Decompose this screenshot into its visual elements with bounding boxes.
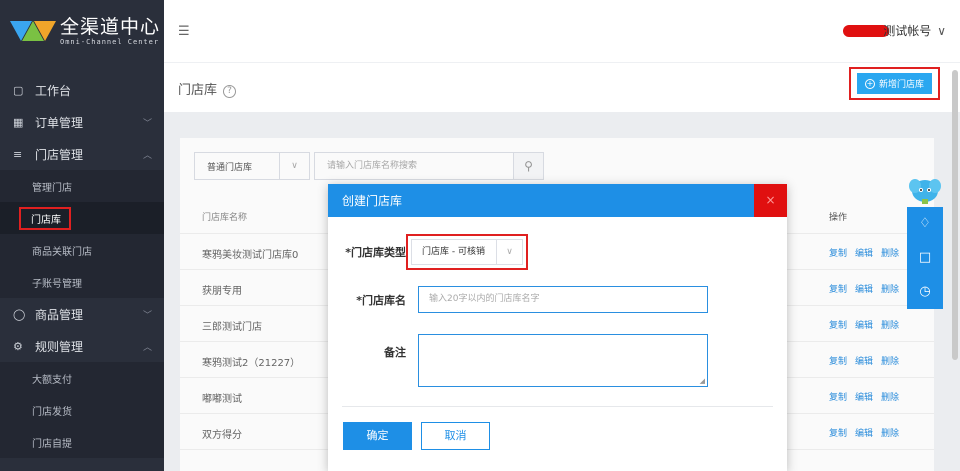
sidebar-item-label: 门店自提 xyxy=(32,438,72,450)
type-label: *门店库类型 xyxy=(345,246,406,259)
sidebar-item-label: 工作台 xyxy=(35,83,72,98)
sidebar-item-store-pickup[interactable]: 门店自提 xyxy=(0,426,164,458)
chevron-down-icon: ∨ xyxy=(496,240,522,264)
close-icon[interactable]: × xyxy=(754,184,787,217)
chevron-up-icon: ︿ xyxy=(142,342,152,353)
page-title-text: 门店库 xyxy=(178,83,218,98)
account-menu[interactable]: 测试帐号 ∨ xyxy=(843,22,946,39)
bag-icon: ◯ xyxy=(13,307,26,321)
sidebar-item-store-library[interactable]: 门店库 xyxy=(0,202,164,234)
sidebar-item-label: 门店管理 xyxy=(35,147,84,162)
account-name: 测试帐号 xyxy=(883,24,932,38)
dialog-title: 创建门店库 xyxy=(342,194,403,208)
sidebar-item-label: 商品管理 xyxy=(35,307,84,322)
add-store-library-button[interactable]: + 新增门店库 xyxy=(856,73,932,94)
order-icon: ▦ xyxy=(13,115,24,129)
sidebar-item-label: 商品关联门店 xyxy=(32,246,92,258)
remark-textarea[interactable]: ◢ xyxy=(418,334,708,387)
library-type-dropdown[interactable]: 门店库 - 可核销 ∨ xyxy=(411,239,523,265)
sidebar-item-label: 订单管理 xyxy=(35,115,84,130)
sidebar-item-label: 门店发货 xyxy=(32,406,72,418)
sidebar-item-orders[interactable]: ▦ 订单管理 ﹀ xyxy=(0,106,164,138)
app-subtitle: Omni-Channel Center xyxy=(60,38,160,46)
resize-grip-icon[interactable]: ◢ xyxy=(700,377,705,385)
dialog-header: 创建门店库 × xyxy=(328,184,787,217)
chevron-down-icon: ∨ xyxy=(937,23,946,38)
page-scrollbar[interactable] xyxy=(952,70,958,360)
remark-row: 备注 ◢ xyxy=(328,334,708,387)
type-row: *门店库类型 门店库 - 可核销 ∨ xyxy=(328,234,528,270)
top-header: ☰ 测试帐号 ∨ xyxy=(164,0,960,62)
app-logo[interactable]: 全渠道中心 Omni-Channel Center xyxy=(0,0,164,62)
list-icon: ≡ xyxy=(13,147,23,161)
remark-label: 备注 xyxy=(384,346,406,359)
page-title: 门店库? xyxy=(178,79,237,98)
mascot-icon[interactable] xyxy=(909,174,941,206)
chat-icon[interactable]: □ xyxy=(907,241,943,275)
add-button-highlight: + 新增门店库 xyxy=(848,67,940,100)
sidebar-item-store-shipping[interactable]: 门店发货 xyxy=(0,394,164,426)
sidebar-menu: ▢ 工作台 ▦ 订单管理 ﹀ ≡ 门店管理 ︿ 管理门店 门店库 商品关联门店 … xyxy=(0,74,164,458)
sidebar: 全渠道中心 Omni-Channel Center ▢ 工作台 ▦ 订单管理 ﹀… xyxy=(0,0,164,471)
sidebar-item-large-payment[interactable]: 大额支付 xyxy=(0,362,164,394)
create-library-dialog: 创建门店库 × *门店库类型 门店库 - 可核销 ∨ *门店库名 输入20字以内… xyxy=(328,184,787,471)
app-title: 全渠道中心 xyxy=(60,16,161,38)
sidebar-item-product-stores[interactable]: 商品关联门店 xyxy=(0,234,164,266)
add-button-label: 新增门店库 xyxy=(878,80,924,90)
chevron-up-icon: ︿ xyxy=(142,150,152,161)
sidebar-item-sub-accounts[interactable]: 子账号管理 xyxy=(0,266,164,298)
monitor-icon: ▢ xyxy=(13,83,24,97)
sidebar-item-manage-stores[interactable]: 管理门店 xyxy=(0,170,164,202)
gear-icon: ⚙ xyxy=(13,339,23,353)
name-label: *门店库名 xyxy=(356,293,406,307)
name-row: *门店库名 输入20字以内的门店库名字 xyxy=(328,286,708,313)
page-header: 门店库? + 新增门店库 xyxy=(164,62,960,112)
library-name-input[interactable]: 输入20字以内的门店库名字 xyxy=(418,286,708,313)
type-select-highlight: 门店库 - 可核销 ∨ xyxy=(406,234,528,270)
dialog-divider xyxy=(342,406,773,407)
help-icon[interactable]: ? xyxy=(223,85,237,98)
sidebar-item-store-mgmt[interactable]: ≡ 门店管理 ︿ xyxy=(0,138,164,170)
sidebar-item-label: 大额支付 xyxy=(32,374,72,386)
sidebar-item-products[interactable]: ◯ 商品管理 ﹀ xyxy=(0,298,164,330)
bell-icon[interactable]: ♢ xyxy=(907,207,943,241)
sidebar-item-label: 子账号管理 xyxy=(32,278,82,290)
timer-icon[interactable]: ◷ xyxy=(907,275,943,309)
sidebar-item-label: 门店库 xyxy=(19,206,71,230)
chevron-down-icon: ﹀ xyxy=(142,118,152,129)
menu-toggle-icon[interactable]: ☰ xyxy=(178,24,190,39)
sidebar-item-workbench[interactable]: ▢ 工作台 xyxy=(0,74,164,106)
sidebar-item-label: 规则管理 xyxy=(35,339,84,354)
logo-mark-icon xyxy=(10,18,56,44)
type-value: 门店库 - 可核销 xyxy=(422,247,485,257)
floating-toolbar: ♢ □ ◷ xyxy=(907,207,943,309)
cancel-button[interactable]: 取消 xyxy=(421,422,490,450)
chevron-down-icon: ﹀ xyxy=(142,310,152,321)
sidebar-item-label: 管理门店 xyxy=(32,182,72,194)
confirm-button[interactable]: 确定 xyxy=(343,422,412,450)
plus-circle-icon: + xyxy=(864,78,875,89)
sidebar-item-rules[interactable]: ⚙ 规则管理 ︿ xyxy=(0,330,164,362)
